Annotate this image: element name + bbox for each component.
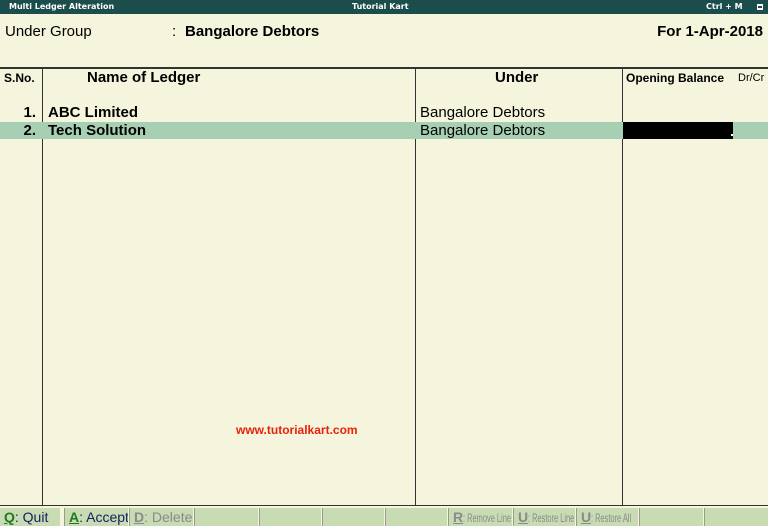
- text-caret: [731, 134, 733, 136]
- window-title: Multi Ledger Alteration: [9, 2, 115, 11]
- row-sno: 2.: [23, 122, 36, 139]
- empty-button-slot: [704, 508, 768, 526]
- row-sno: 1.: [23, 104, 36, 121]
- table-row[interactable]: 1. ABC Limited Bangalore Debtors: [0, 104, 768, 121]
- column-header-drcr: Dr/Cr: [738, 72, 765, 84]
- minimize-icon[interactable]: [756, 3, 764, 11]
- empty-button-slot: [385, 508, 447, 526]
- column-header-name: Name of Ledger: [87, 69, 201, 86]
- watermark: www.tutorialkart.com: [236, 423, 358, 437]
- delete-button[interactable]: D: Delete: [129, 508, 193, 526]
- empty-button-slot: [194, 508, 258, 526]
- opening-balance-input[interactable]: [623, 122, 733, 139]
- ledger-under-field[interactable]: Bangalore Debtors: [420, 122, 545, 139]
- accept-button[interactable]: A: Accept: [64, 508, 128, 526]
- button-bar: Q: Quit A: Accept D: Delete R: Remove Li…: [0, 506, 768, 526]
- column-header-under: Under: [495, 69, 539, 86]
- restore-line-button[interactable]: U: Restore Line: [513, 508, 575, 526]
- empty-button-slot: [639, 508, 703, 526]
- under-group-label: Under Group: [5, 23, 92, 40]
- title-bar: Multi Ledger Alteration Tutorial Kart Ct…: [0, 0, 768, 14]
- column-header-opening-balance: Opening Balance: [626, 71, 725, 85]
- remove-line-button[interactable]: R: Remove Line: [448, 508, 512, 526]
- quit-button[interactable]: Q: Quit: [0, 508, 60, 526]
- column-header-sno: S.No.: [4, 71, 35, 85]
- under-group-value[interactable]: Bangalore Debtors: [185, 23, 319, 40]
- company-name: Tutorial Kart: [352, 2, 409, 11]
- empty-button-slot: [322, 508, 384, 526]
- ledger-name-field[interactable]: Tech Solution: [48, 122, 146, 139]
- restore-all-button[interactable]: U: Restore All: [576, 508, 638, 526]
- empty-button-slot: [259, 508, 321, 526]
- shortcut-hint: Ctrl + M: [706, 2, 743, 11]
- period-label: For 1-Apr-2018: [657, 23, 763, 40]
- ledger-under-field[interactable]: Bangalore Debtors: [420, 104, 545, 121]
- under-group-colon: :: [172, 23, 177, 40]
- ledger-name-field[interactable]: ABC Limited: [48, 104, 138, 121]
